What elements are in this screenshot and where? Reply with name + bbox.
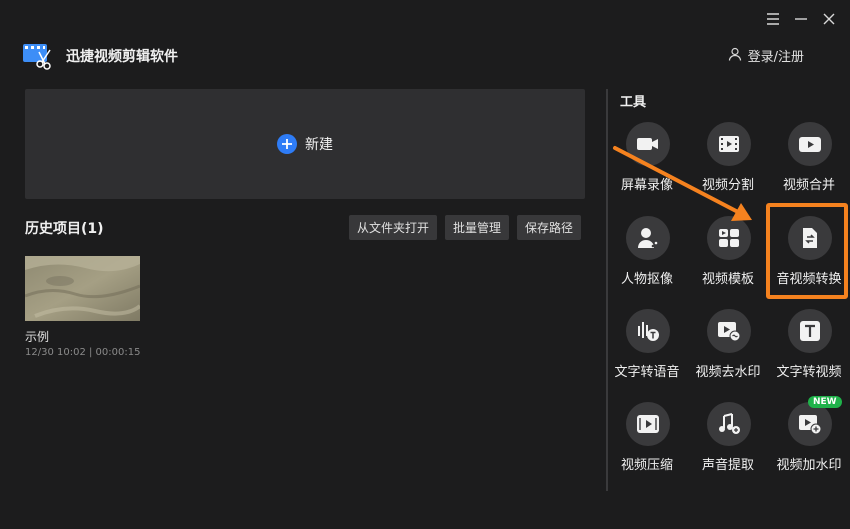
tool-screen-record[interactable]: 屏幕录像	[607, 122, 687, 202]
convert-icon	[788, 216, 832, 260]
project-thumbnail[interactable]	[25, 256, 140, 321]
new-project-label: 新建	[305, 137, 333, 153]
close-icon[interactable]	[822, 12, 836, 26]
tool-video-merge[interactable]: 视频合并	[769, 122, 849, 202]
text-to-speech-icon	[626, 309, 670, 353]
window-controls	[766, 12, 836, 26]
plus-icon	[277, 134, 297, 154]
remove-watermark-icon	[707, 309, 751, 353]
text-icon	[788, 309, 832, 353]
person-icon	[626, 216, 670, 260]
tool-video-compress[interactable]: 视频压缩	[607, 402, 687, 482]
tool-text-to-speech[interactable]: 文字转语音	[607, 309, 687, 389]
batch-manage-button[interactable]: 批量管理	[445, 215, 510, 240]
tool-add-watermark[interactable]: 视频加水印	[769, 402, 849, 482]
tool-video-split[interactable]: 视频分割	[688, 122, 768, 202]
history-actions: 从文件夹打开 批量管理 保存路径	[349, 215, 582, 240]
tool-person-matting[interactable]: 人物抠像	[607, 216, 687, 296]
tool-av-convert[interactable]: 音视频转换	[769, 216, 849, 296]
tool-video-template[interactable]: 视频模板	[688, 216, 768, 296]
tool-label: 视频合并	[782, 178, 835, 193]
new-project-button[interactable]: 新建	[25, 89, 585, 199]
compress-icon	[626, 402, 670, 446]
add-watermark-icon	[788, 402, 832, 446]
tool-label: 文字转视频	[776, 365, 842, 380]
open-folder-button[interactable]: 从文件夹打开	[349, 215, 438, 240]
menu-icon[interactable]	[766, 12, 780, 26]
save-path-button[interactable]: 保存路径	[517, 215, 582, 240]
login-label: 登录/注册	[747, 50, 804, 65]
music-icon	[707, 402, 751, 446]
app-logo-icon	[22, 42, 52, 70]
app-title: 迅捷视频剪辑软件	[66, 49, 178, 65]
template-icon	[707, 216, 751, 260]
new-badge: NEW	[808, 396, 842, 408]
user-icon	[728, 47, 742, 65]
tools-title: 工具	[620, 95, 647, 110]
tool-remove-watermark[interactable]: 视频去水印	[688, 309, 768, 389]
tool-audio-extract[interactable]: 声音提取	[688, 402, 768, 482]
login-button[interactable]: 登录/注册	[728, 46, 804, 65]
tool-label: 视频加水印	[776, 458, 842, 473]
camera-icon	[626, 122, 670, 166]
project-name: 示例	[25, 330, 50, 344]
minimize-icon[interactable]	[794, 12, 808, 26]
project-meta: 12/30 10:02 | 00:00:15	[25, 347, 141, 358]
play-icon	[788, 122, 832, 166]
history-title: 历史项目(1)	[25, 221, 104, 237]
tool-text-to-video[interactable]: 文字转视频	[769, 309, 849, 389]
tool-label: 音视频转换	[776, 272, 842, 287]
film-icon	[707, 122, 751, 166]
